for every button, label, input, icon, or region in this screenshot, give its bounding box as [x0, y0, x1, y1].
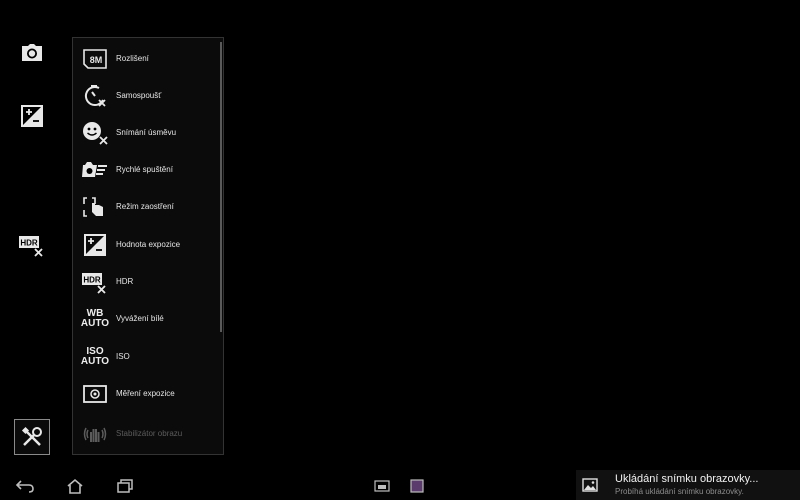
menu-item-label: Měření expozice [116, 389, 175, 398]
resolution-8m-icon: 8M [81, 45, 109, 73]
menu-item-label: Vyvážení bílé [116, 314, 164, 323]
menu-item-metering[interactable]: Měření expozice [73, 375, 219, 412]
quick-launch-icon [81, 156, 109, 184]
scrollbar[interactable] [220, 42, 222, 332]
menu-item-label: Rozlišení [116, 54, 149, 63]
menu-item-label: Snímání úsměvu [116, 128, 177, 137]
camera-icon[interactable] [16, 37, 48, 69]
menu-item-label: Režim zaostření [116, 202, 174, 211]
camera-settings-menu[interactable]: 8M Rozlišení Samospoušť Snímání úsměvu R… [72, 37, 224, 455]
screenshot-notification[interactable]: Ukládání snímku obrazovky... Probíhá ukl… [576, 470, 800, 500]
menu-item-label: ISO [116, 352, 130, 361]
home-icon[interactable] [64, 475, 86, 497]
white-balance-auto-icon: WB AUTO [80, 307, 110, 329]
svg-text:HDR: HDR [83, 275, 101, 284]
menu-item-stabilizer[interactable]: Stabilizátor obrazu [73, 415, 219, 452]
menu-item-label: Hodnota expozice [116, 240, 181, 249]
hdr-off-icon[interactable]: HDR [16, 229, 48, 261]
touch-focus-icon [81, 193, 109, 221]
small-app-icon[interactable] [406, 475, 428, 497]
menu-item-label: HDR [116, 277, 134, 286]
svg-text:HDR: HDR [20, 239, 38, 248]
notification-subtitle: Probíhá ukládání snímku obrazovky. [615, 487, 744, 496]
exposure-icon[interactable] [16, 100, 48, 132]
small-app-window-icon[interactable] [371, 475, 393, 497]
menu-item-iso[interactable]: ISO AUTO ISO [73, 338, 219, 375]
menu-item-label: Samospoušť [116, 91, 162, 100]
tools-icon [21, 426, 42, 446]
menu-item-self-timer[interactable]: Samospoušť [73, 77, 219, 114]
exposure-value-icon [81, 231, 109, 259]
metering-icon [81, 380, 109, 408]
settings-button[interactable] [14, 419, 50, 455]
iso-auto-icon: ISO AUTO [80, 345, 110, 367]
smile-shutter-off-icon [81, 119, 109, 147]
notification-title: Ukládání snímku obrazovky... [615, 473, 759, 485]
hdr-off-icon: HDR [81, 268, 109, 296]
menu-item-exposure-value[interactable]: Hodnota expozice [73, 226, 219, 263]
svg-text:8M: 8M [90, 55, 103, 65]
menu-item-label: Stabilizátor obrazu [116, 429, 183, 438]
menu-item-focus-mode[interactable]: Režim zaostření [73, 188, 219, 225]
camera-mode-rail: HDR [0, 0, 66, 470]
menu-item-label: Rychlé spuštění [116, 165, 173, 174]
self-timer-off-icon [81, 82, 109, 110]
menu-item-quick-launch[interactable]: Rychlé spuštění [73, 151, 219, 188]
recent-apps-icon[interactable] [114, 475, 136, 497]
stabilizer-icon [81, 420, 109, 448]
menu-item-resolution[interactable]: 8M Rozlišení [73, 40, 219, 77]
menu-item-hdr[interactable]: HDR HDR [73, 263, 219, 300]
back-icon[interactable] [14, 475, 36, 497]
menu-item-smile-shutter[interactable]: Snímání úsměvu [73, 114, 219, 151]
image-icon [582, 478, 598, 492]
menu-item-white-balance[interactable]: WB AUTO Vyvážení bílé [73, 300, 219, 337]
